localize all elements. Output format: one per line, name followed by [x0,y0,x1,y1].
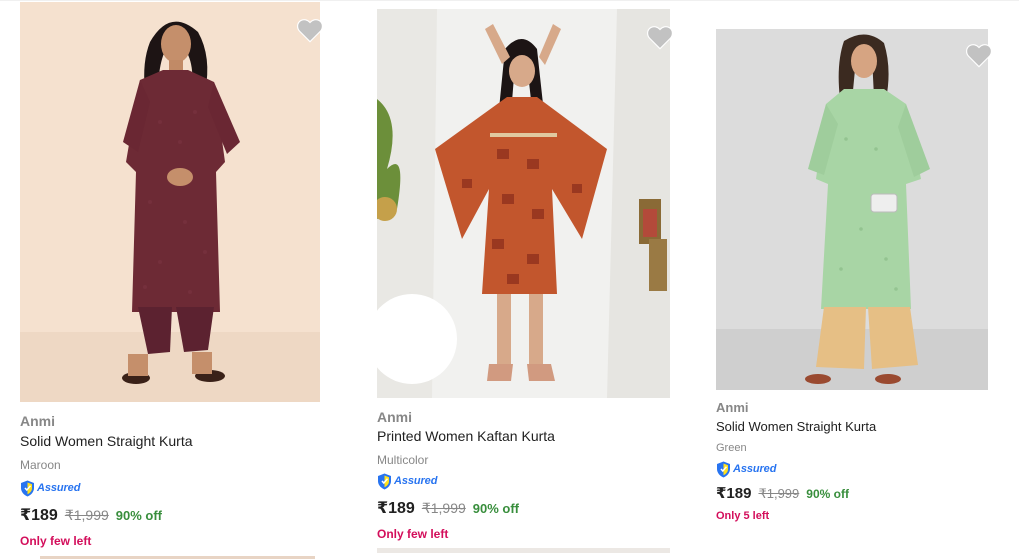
product-title[interactable]: Solid Women Straight Kurta [20,433,193,449]
assured-label: Assured [394,475,438,487]
product-color: Green [716,442,747,454]
discount-percent: 90% off [472,501,520,516]
product-color: Maroon [20,458,61,472]
assured-badge: Assured [716,460,776,478]
product-title[interactable]: Printed Women Kaftan Kurta [377,428,555,444]
original-price: ₹1,999 [758,486,800,501]
product-brand: Anmi [20,413,55,429]
selling-price: ₹189 [377,500,415,517]
stock-status: Only 5 left [716,510,770,522]
shield-icon [21,480,34,496]
selling-price: ₹189 [20,507,58,524]
product-brand: Anmi [716,400,749,415]
shield-icon [717,461,730,477]
assured-label: Assured [733,463,777,475]
heart-icon[interactable] [965,42,993,68]
product-image-2[interactable] [377,9,670,398]
assured-label: Assured [37,482,81,494]
assured-badge: Assured [20,479,80,497]
stock-status: Only few left [377,527,449,541]
price-row: ₹189 ₹1,999 90% off [20,505,162,525]
stock-status: Only few left [20,534,92,548]
product-image-1[interactable] [20,2,320,402]
product-title[interactable]: Solid Women Straight Kurta [716,419,876,434]
original-price: ₹1,999 [421,500,466,516]
heart-icon[interactable] [646,24,674,50]
price-row: ₹189 ₹1,999 90% off [716,484,849,502]
discount-percent: 90% off [806,487,849,501]
product-color: Multicolor [377,453,429,467]
discount-percent: 90% off [115,508,163,523]
assured-badge: Assured [377,472,437,490]
product-brand: Anmi [377,409,412,425]
selling-price: ₹189 [716,485,752,502]
price-row: ₹189 ₹1,999 90% off [377,498,519,518]
heart-icon[interactable] [296,17,324,43]
product-image-3[interactable] [716,29,988,390]
next-row-image-edge [377,548,670,553]
top-divider [0,0,1019,1]
original-price: ₹1,999 [64,507,109,523]
shield-icon [378,473,391,489]
